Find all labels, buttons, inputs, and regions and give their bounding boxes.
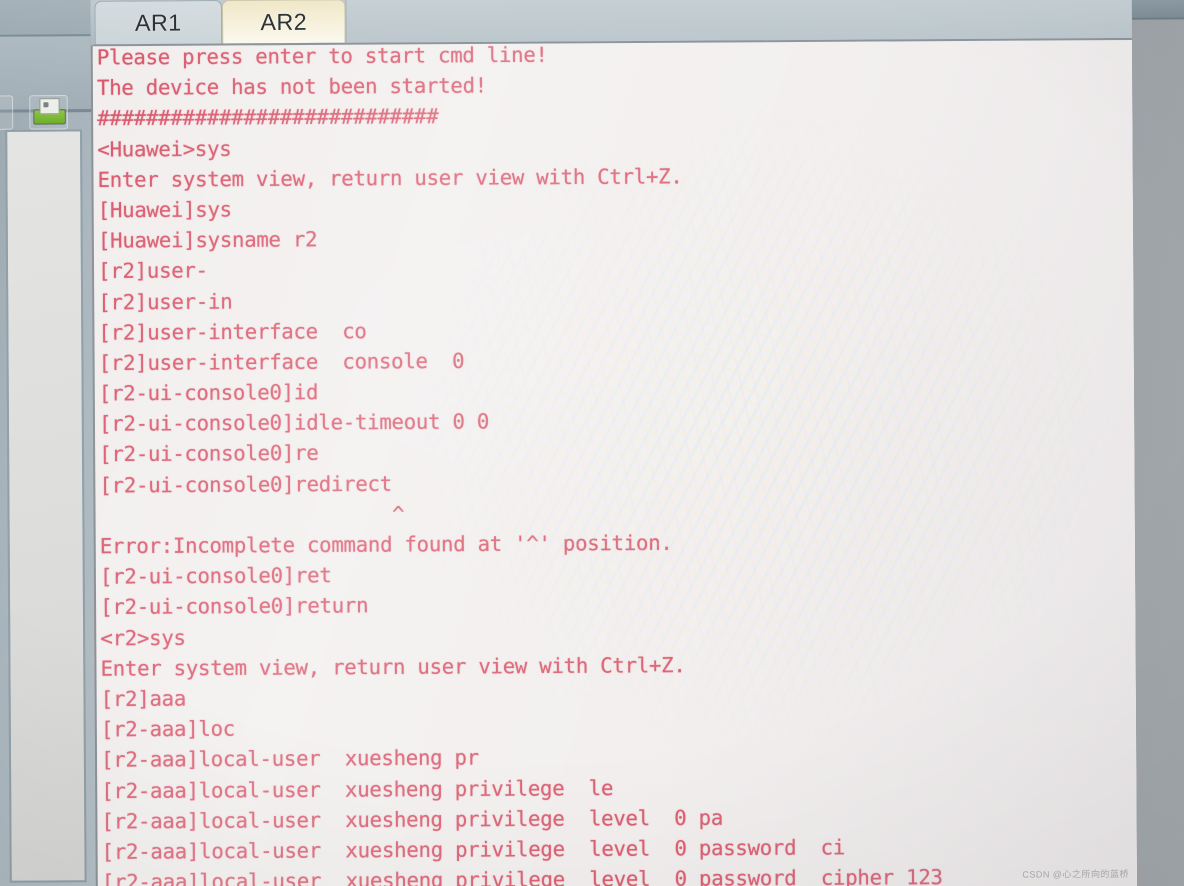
tab-ar2-label: AR2	[260, 8, 308, 35]
left-menu-bar	[0, 0, 91, 37]
right-app-chrome	[1131, 0, 1184, 886]
printer-icon[interactable]	[29, 95, 68, 130]
tab-ar2[interactable]: AR2	[221, 0, 346, 44]
right-chrome-top	[1131, 0, 1184, 20]
photographed-screen: AR1 AR2 Please press enter to start cmd …	[0, 0, 1184, 886]
cli-console-window: AR1 AR2 Please press enter to start cmd …	[90, 0, 1138, 886]
tab-ar1-label: AR1	[134, 8, 182, 36]
terminal-line: [r2-aaa]local-user xuesheng privilege le…	[101, 864, 943, 886]
tab-ar1[interactable]: AR1	[94, 0, 223, 45]
tab-strip-empty-area	[345, 0, 1133, 44]
terminal-lines: Please press enter to start cmd line! The…	[97, 38, 943, 886]
printer-icon-paper	[39, 98, 60, 115]
watermark-label: CSDN @心之所向的蓝桥	[1022, 868, 1130, 880]
terminal-output-pane[interactable]: Please press enter to start cmd line! The…	[92, 37, 1138, 886]
left-app-chrome	[0, 0, 96, 886]
pencil-icon[interactable]	[0, 95, 14, 131]
left-device-panel[interactable]	[5, 129, 87, 883]
left-toolbar	[0, 36, 92, 131]
